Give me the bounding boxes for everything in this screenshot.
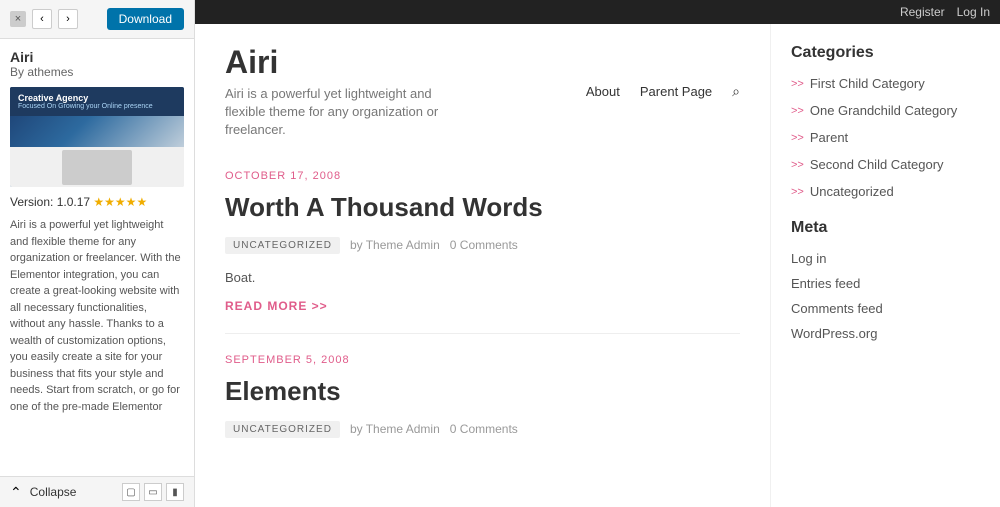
post-2-title[interactable]: Elements (225, 376, 740, 407)
collapse-bar: ⌃ Collapse ▢ ▭ ▮ (0, 476, 194, 507)
collapse-chevron-icon: ⌃ (10, 484, 22, 501)
meta-link-wordpress[interactable]: WordPress.org (791, 326, 980, 341)
post-2-date: September 5, 2008 (225, 354, 740, 366)
post-1-title[interactable]: Worth A Thousand Words (225, 192, 740, 223)
category-item-1: >> First Child Category (791, 76, 980, 91)
meta-widget: Meta Log in Entries feed Comments feed W… (791, 219, 980, 341)
category-item-3: >> Parent (791, 130, 980, 145)
page-area: Airi Airi is a powerful yet lightweight … (195, 24, 1000, 507)
category-link-2[interactable]: One Grandchild Category (810, 103, 957, 118)
post-2-category[interactable]: Uncategorized (225, 421, 340, 438)
nav-about[interactable]: About (586, 84, 620, 99)
version-line: Version: 1.0.17 ★★★★★ (10, 195, 184, 209)
meta-widget-title: Meta (791, 219, 980, 237)
screenshot-image (62, 150, 132, 185)
theme-author: By athemes (10, 65, 184, 79)
category-link-1[interactable]: First Child Category (810, 76, 925, 91)
category-item-2: >> One Grandchild Category (791, 103, 980, 118)
site-header: Airi Airi is a powerful yet lightweight … (225, 44, 740, 140)
download-button[interactable]: Download (107, 8, 184, 30)
monitor-icon[interactable]: ▢ (122, 483, 140, 501)
category-arrow-icon-2: >> (791, 105, 804, 117)
theme-sidebar: × ‹ › Download Airi By athemes Creative … (0, 0, 195, 507)
screenshot-subtitle: Focused On Growing your Online presence (18, 103, 176, 110)
star-rating: ★★★★★ (93, 195, 147, 209)
post-1-comments: 0 Comments (450, 238, 518, 252)
post-2-comments: 0 Comments (450, 422, 518, 436)
category-link-4[interactable]: Second Child Category (810, 157, 944, 172)
post-1: October 17, 2008 Worth A Thousand Words … (225, 170, 740, 313)
site-nav: About Parent Page ⌕ (586, 83, 740, 100)
category-arrow-icon-4: >> (791, 159, 804, 171)
phone-icon[interactable]: ▮ (166, 483, 184, 501)
meta-link-entries[interactable]: Entries feed (791, 276, 980, 291)
post-1-date: October 17, 2008 (225, 170, 740, 182)
sidebar-right: Categories >> First Child Category >> On… (770, 24, 1000, 507)
screenshot-title: Creative Agency (18, 93, 176, 103)
site-tagline: Airi is a powerful yet lightweight and f… (225, 85, 475, 140)
theme-screenshot: Creative Agency Focused On Growing your … (10, 87, 184, 187)
meta-link-login[interactable]: Log in (791, 251, 980, 266)
category-arrow-icon-3: >> (791, 132, 804, 144)
login-link[interactable]: Log In (957, 5, 990, 19)
post-1-meta: Uncategorized by Theme Admin 0 Comments (225, 237, 740, 254)
post-1-read-more[interactable]: Read More >> (225, 299, 740, 313)
search-icon[interactable]: ⌕ (732, 83, 740, 100)
theme-name: Airi (10, 49, 184, 65)
theme-description: Airi is a powerful yet lightweight and f… (10, 217, 184, 415)
meta-link-comments[interactable]: Comments feed (791, 301, 980, 316)
top-bar: Register Log In (195, 0, 1000, 24)
collapse-label[interactable]: Collapse (30, 485, 77, 499)
forward-button[interactable]: › (58, 9, 78, 29)
nav-parent-page[interactable]: Parent Page (640, 84, 712, 99)
site-title-group: Airi Airi is a powerful yet lightweight … (225, 44, 475, 140)
post-divider (225, 333, 740, 334)
version-text: Version: 1.0.17 (10, 195, 90, 209)
main-area: Register Log In Airi Airi is a powerful … (195, 0, 1000, 507)
sidebar-top-bar: × ‹ › Download (0, 0, 194, 39)
post-1-author: by Theme Admin (350, 238, 440, 252)
category-arrow-icon-1: >> (791, 78, 804, 90)
category-arrow-icon-5: >> (791, 186, 804, 198)
tablet-icon[interactable]: ▭ (144, 483, 162, 501)
collapse-icons: ▢ ▭ ▮ (122, 483, 184, 501)
category-item-5: >> Uncategorized (791, 184, 980, 199)
back-button[interactable]: ‹ (32, 9, 52, 29)
post-2-meta: Uncategorized by Theme Admin 0 Comments (225, 421, 740, 438)
register-link[interactable]: Register (900, 5, 945, 19)
post-2: September 5, 2008 Elements Uncategorized… (225, 354, 740, 438)
page-content: Airi Airi is a powerful yet lightweight … (195, 24, 770, 507)
category-item-4: >> Second Child Category (791, 157, 980, 172)
post-1-category[interactable]: Uncategorized (225, 237, 340, 254)
post-1-excerpt: Boat. (225, 270, 740, 285)
category-link-5[interactable]: Uncategorized (810, 184, 894, 199)
close-button[interactable]: × (10, 11, 26, 27)
sidebar-content: Airi By athemes Creative Agency Focused … (0, 39, 194, 507)
category-link-3[interactable]: Parent (810, 130, 848, 145)
categories-widget-title: Categories (791, 44, 980, 62)
post-2-author: by Theme Admin (350, 422, 440, 436)
site-title: Airi (225, 44, 475, 81)
